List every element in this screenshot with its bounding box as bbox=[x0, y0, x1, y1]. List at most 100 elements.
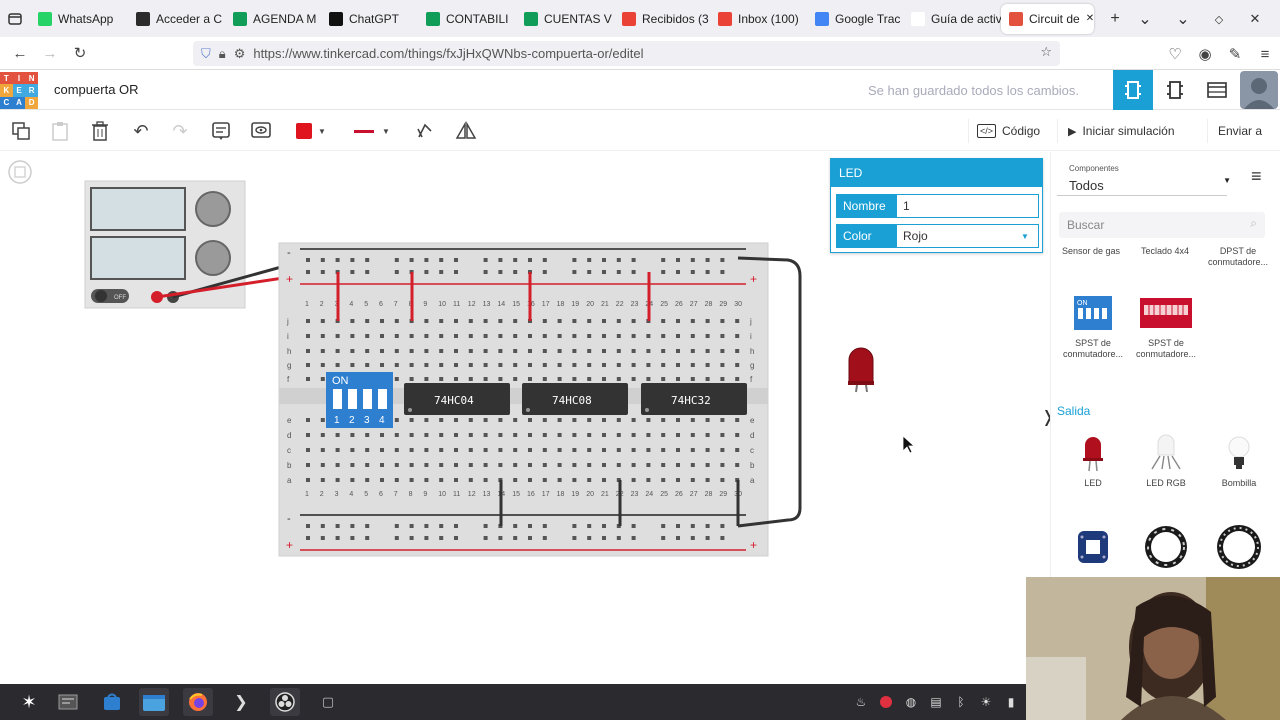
component-list-icon[interactable] bbox=[1197, 70, 1237, 110]
menu-hamburger-icon[interactable]: ≡ bbox=[1250, 39, 1280, 69]
redo-icon[interactable]: ↷ bbox=[165, 117, 195, 145]
view-notes-icon[interactable] bbox=[246, 117, 276, 145]
terminal-hole bbox=[365, 433, 370, 437]
components-filter-select[interactable]: Componentes Todos ▼ bbox=[1057, 158, 1231, 196]
terminal-hole bbox=[528, 463, 532, 467]
tab-list-chevron-icon[interactable]: ⌄ bbox=[1130, 4, 1160, 34]
component-led[interactable]: LED bbox=[1059, 428, 1127, 500]
browser-tab[interactable]: WhatsApp bbox=[30, 4, 128, 34]
schematic-view-icon[interactable] bbox=[1155, 70, 1195, 110]
browser-tab[interactable]: CONTABILI bbox=[418, 4, 516, 34]
new-tab-plus-icon[interactable]: + bbox=[1100, 4, 1130, 34]
files-app-icon[interactable] bbox=[139, 688, 169, 716]
clipboard-tray-icon[interactable]: ▤ bbox=[927, 693, 945, 711]
terminal-hole bbox=[424, 463, 429, 467]
browser-tab[interactable]: Acceder a C bbox=[128, 4, 225, 34]
terminal-hole bbox=[394, 478, 399, 482]
window-close-icon[interactable]: ✕ bbox=[1240, 4, 1270, 34]
column-number: 30 bbox=[734, 301, 742, 308]
wire-color-picker[interactable]: ▼ bbox=[290, 117, 336, 145]
forward-arrow-icon[interactable]: → bbox=[35, 38, 65, 68]
settings-app-icon[interactable] bbox=[53, 688, 83, 716]
terminal-hole bbox=[380, 463, 384, 467]
color-select[interactable]: Rojo bbox=[897, 225, 1012, 247]
store-app-icon[interactable] bbox=[97, 688, 127, 716]
component-gas-sensor[interactable]: Sensor de gas bbox=[1057, 246, 1125, 270]
notifications-tray-icon[interactable]: ♨ bbox=[852, 693, 870, 711]
component-neopixel-ring-12[interactable] bbox=[1132, 522, 1200, 577]
rail-hole bbox=[306, 270, 310, 274]
battery-tray-icon[interactable]: ▮ bbox=[1002, 693, 1020, 711]
browser-tab[interactable]: Guía de activid bbox=[903, 4, 1001, 34]
circuit-view-icon[interactable] bbox=[1113, 70, 1153, 110]
back-arrow-icon[interactable]: ← bbox=[5, 38, 35, 68]
rail-hole bbox=[320, 258, 325, 262]
user-avatar[interactable] bbox=[1239, 70, 1279, 110]
terminal-app-icon[interactable]: ❯ bbox=[226, 688, 256, 716]
duplicate-icon[interactable] bbox=[6, 117, 36, 145]
row-label: a bbox=[287, 476, 292, 485]
firefox-app-icon[interactable] bbox=[183, 688, 213, 716]
component-dpst-switch[interactable]: DPST de conmutadore... bbox=[1204, 246, 1272, 270]
list-view-icon[interactable]: ≡ bbox=[1251, 166, 1262, 187]
browser-tab[interactable]: AGENDA M bbox=[225, 4, 321, 34]
url-bar[interactable]: ⛉ 🔒︎ ⚙︎ https://www.tinkercad.com/things… bbox=[193, 41, 1060, 66]
logo-letter: I bbox=[12, 72, 26, 85]
flip-icon[interactable] bbox=[451, 117, 481, 145]
rail-hole bbox=[602, 524, 606, 528]
extensions-icon[interactable]: ✎ bbox=[1220, 39, 1250, 69]
window-minimize-icon[interactable]: ⌄ bbox=[1168, 4, 1198, 34]
undo-icon[interactable]: ↶ bbox=[126, 117, 156, 145]
component-rgb-led[interactable]: LED RGB bbox=[1132, 428, 1200, 500]
send-to-button[interactable]: Enviar a bbox=[1207, 119, 1262, 143]
bluetooth-tray-icon[interactable]: ᛒ bbox=[952, 693, 970, 711]
name-input[interactable]: 1 bbox=[897, 195, 1038, 217]
color-field[interactable]: Color Rojo ▼ bbox=[836, 224, 1039, 248]
browser-tab[interactable]: ChatGPT bbox=[321, 4, 418, 34]
code-icon: </> bbox=[977, 124, 997, 138]
browser-tab[interactable]: CUENTAS V bbox=[516, 4, 614, 34]
reload-icon[interactable]: ↻ bbox=[65, 38, 95, 68]
window-app-icon[interactable]: ▢ bbox=[313, 688, 343, 716]
browser-tab[interactable]: Google Trac bbox=[807, 4, 903, 34]
terminal-hole bbox=[394, 319, 399, 323]
terminal-hole bbox=[705, 433, 710, 437]
component-label: LED bbox=[1084, 478, 1102, 488]
tab-favicon-icon bbox=[524, 11, 538, 26]
notes-icon[interactable] bbox=[206, 117, 236, 145]
browser-tab[interactable]: Recibidos (3 bbox=[614, 4, 710, 34]
terminal-hole bbox=[528, 433, 532, 437]
component-keypad[interactable]: Teclado 4x4 bbox=[1131, 246, 1199, 270]
bookmark-star-icon[interactable]: ☆ bbox=[1040, 44, 1052, 60]
tab-close-icon[interactable]: ✕ bbox=[1086, 13, 1094, 24]
paste-icon[interactable] bbox=[45, 117, 75, 145]
start-simulation-button[interactable]: ▶ Iniciar simulación bbox=[1057, 119, 1175, 143]
delete-trash-icon[interactable] bbox=[85, 117, 115, 145]
component-spst-dip[interactable]: ON SPST de conmutadore... bbox=[1059, 288, 1127, 360]
launcher-icon[interactable]: ✶ bbox=[14, 688, 44, 716]
component-neopixel[interactable] bbox=[1059, 522, 1127, 577]
window-restore-icon[interactable]: ◇ bbox=[1204, 4, 1234, 34]
recording-tray-icon[interactable] bbox=[877, 693, 895, 711]
component-bulb[interactable]: Bombilla bbox=[1205, 428, 1273, 500]
component-spst-piano[interactable]: SPST de conmutadore... bbox=[1132, 288, 1200, 360]
pocket-icon[interactable]: ♡ bbox=[1160, 39, 1190, 69]
browser-tab[interactable]: Inbox (100) bbox=[710, 4, 807, 34]
component-neopixel-ring-16[interactable] bbox=[1205, 522, 1273, 577]
brightness-tray-icon[interactable]: ☀ bbox=[977, 693, 995, 711]
name-field[interactable]: Nombre 1 bbox=[836, 194, 1039, 218]
browser-tab[interactable]: Circuit de ✕ bbox=[1001, 3, 1094, 34]
wire-style-picker[interactable]: ▼ bbox=[350, 117, 398, 145]
search-input[interactable]: Buscar ⌕ bbox=[1059, 212, 1265, 238]
terminal-hole bbox=[616, 448, 621, 452]
tab-overview-icon[interactable] bbox=[0, 4, 30, 34]
obs-tray-icon[interactable]: ◍ bbox=[902, 693, 920, 711]
column-number: 9 bbox=[423, 491, 427, 498]
project-title[interactable]: compuerta OR bbox=[54, 82, 139, 97]
code-button[interactable]: </> Código bbox=[968, 119, 1040, 143]
neopixel-ring-large-icon bbox=[1217, 525, 1261, 569]
obs-app-icon[interactable] bbox=[270, 688, 300, 716]
account-icon[interactable]: ◉ bbox=[1190, 39, 1220, 69]
rotate-icon[interactable] bbox=[410, 117, 440, 145]
tinkercad-logo[interactable]: TINKERCAD bbox=[0, 72, 38, 109]
